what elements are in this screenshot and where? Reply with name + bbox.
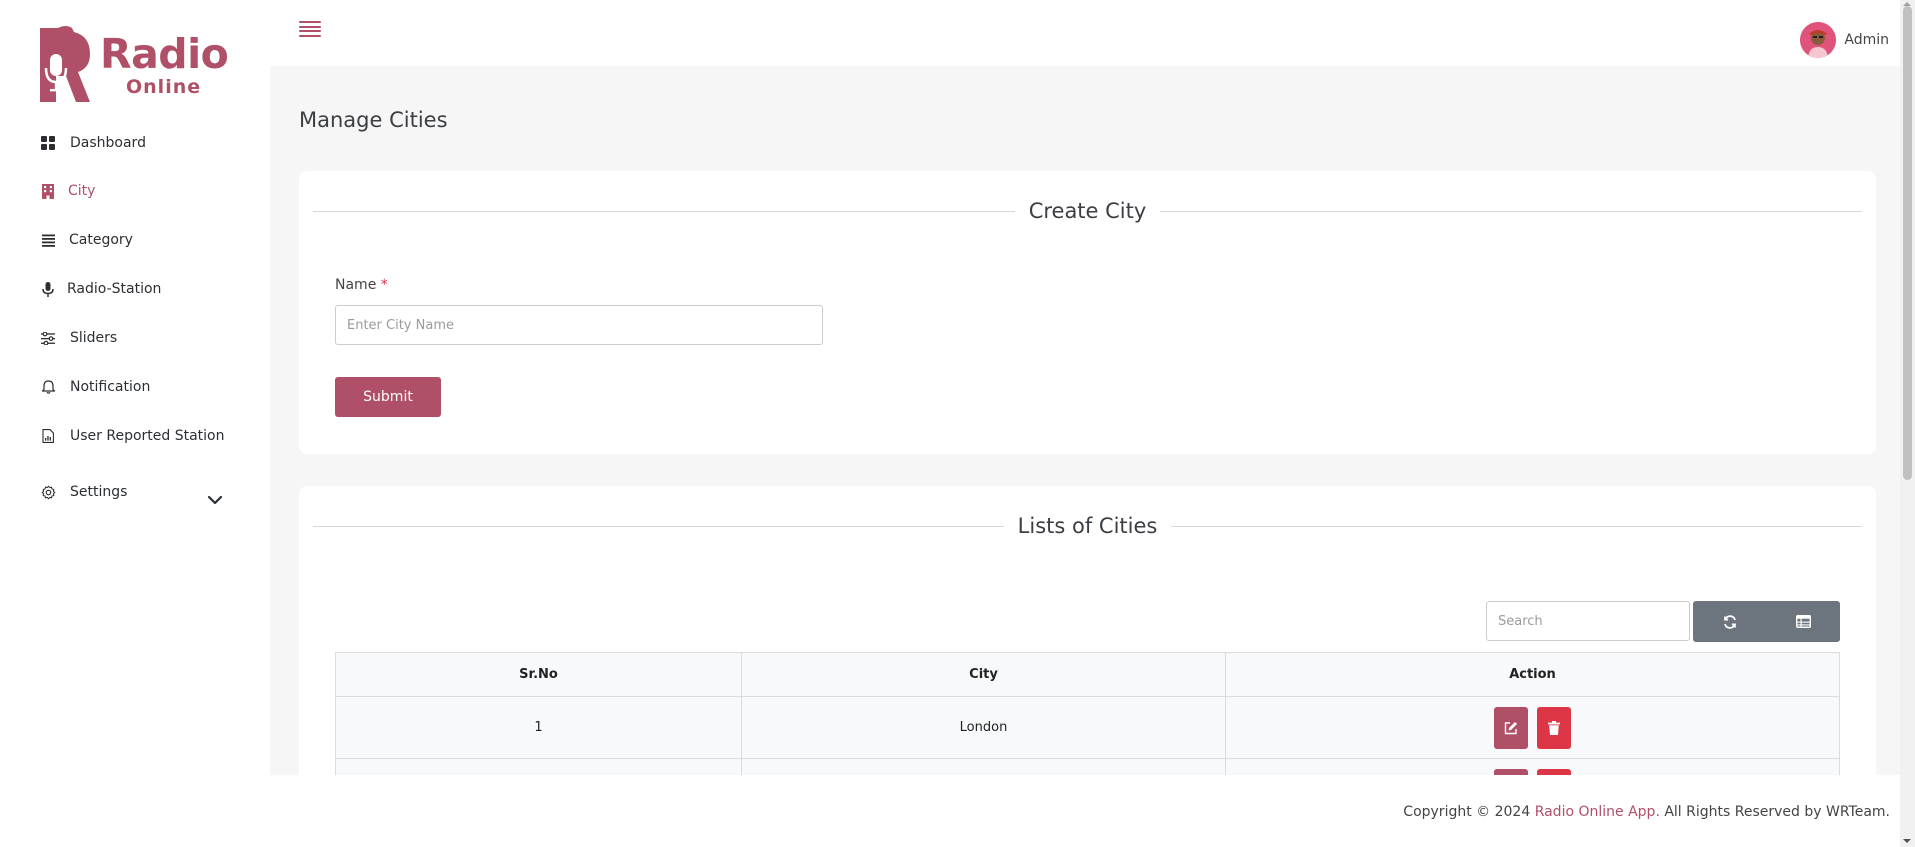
cell-sr-no: 1 xyxy=(335,696,742,759)
cities-table: Sr.No City Action 1 London xyxy=(335,652,1840,775)
avatar xyxy=(1800,22,1837,58)
sidebar-item-settings[interactable]: Settings xyxy=(40,477,127,507)
divider xyxy=(313,525,1004,527)
radio-logo-icon xyxy=(40,26,90,102)
hamburger-menu-icon[interactable] xyxy=(299,21,321,39)
sidebar-item-label: Radio-Station xyxy=(67,281,162,297)
list-icon xyxy=(40,232,56,248)
sidebar-item-category[interactable]: Category xyxy=(40,225,133,255)
user-menu[interactable]: Admin xyxy=(1800,22,1889,58)
sidebar-item-label: Sliders xyxy=(70,330,118,346)
copyright-text: Copyright © 2024 Radio Online App. All R… xyxy=(1403,804,1890,820)
table-toolbar xyxy=(1693,601,1840,642)
table-columns-icon xyxy=(1795,615,1811,628)
copyright-suffix: All Rights Reserved by WRTeam. xyxy=(1659,804,1890,820)
app-link[interactable]: Radio Online App. xyxy=(1535,804,1660,820)
page-title: Manage Cities xyxy=(299,108,448,132)
sidebar-item-radio-station[interactable]: Radio-Station xyxy=(40,274,161,304)
create-city-title: Create City xyxy=(1028,199,1147,223)
trash-icon xyxy=(1547,720,1560,735)
cell-city xyxy=(741,758,1226,775)
logo-text-online: Online xyxy=(126,76,202,98)
create-city-card: Create City Name * Submit xyxy=(299,171,1876,454)
name-label-text: Name xyxy=(335,277,377,293)
table-header-row: Sr.No City Action xyxy=(335,652,1840,697)
divider xyxy=(1160,210,1862,212)
sidebar-item-user-reported-station[interactable]: User Reported Station xyxy=(40,421,225,451)
name-field-label: Name * xyxy=(335,277,388,293)
logo-text-radio: Radio xyxy=(100,30,229,78)
column-header-sr-no[interactable]: Sr.No xyxy=(335,652,742,697)
gear-icon xyxy=(40,484,56,500)
sliders-icon xyxy=(40,330,56,346)
building-icon xyxy=(40,183,56,199)
copyright-prefix: Copyright © 2024 xyxy=(1403,804,1535,820)
scroll-thumb[interactable] xyxy=(1903,6,1912,480)
sidebar-item-sliders[interactable]: Sliders xyxy=(40,323,117,353)
divider xyxy=(1171,525,1863,527)
app-logo[interactable]: Radio Online xyxy=(36,24,236,104)
top-header: Admin xyxy=(270,0,1915,66)
page-scrollbar[interactable] xyxy=(1900,0,1915,847)
section-header: Create City xyxy=(313,196,1862,226)
sidebar-item-city[interactable]: City xyxy=(40,176,95,206)
microphone-icon xyxy=(40,281,56,297)
divider xyxy=(313,210,1015,212)
cell-city: London xyxy=(741,696,1226,759)
report-file-icon xyxy=(40,428,56,444)
refresh-button[interactable] xyxy=(1693,601,1767,642)
cell-sr-no xyxy=(335,758,742,775)
sidebar-item-dashboard[interactable]: Dashboard xyxy=(40,128,146,158)
cell-action xyxy=(1225,758,1840,775)
table-row: 1 London xyxy=(335,696,1840,759)
sidebar-item-label: User Reported Station xyxy=(70,428,225,444)
scroll-down-arrow[interactable] xyxy=(1903,839,1911,843)
sidebar-item-label: City xyxy=(68,183,96,199)
main-content: Manage Cities Create City Name * Submit … xyxy=(270,66,1900,775)
sidebar-item-notification[interactable]: Notification xyxy=(40,372,150,402)
refresh-icon xyxy=(1723,614,1736,629)
delete-button[interactable] xyxy=(1536,706,1571,749)
city-name-input[interactable] xyxy=(335,305,823,345)
cell-action xyxy=(1225,696,1840,759)
table-row xyxy=(335,758,1840,775)
sidebar-item-label: Notification xyxy=(70,379,151,395)
chevron-down-icon[interactable] xyxy=(205,490,225,510)
sidebar-item-label: Dashboard xyxy=(70,135,146,151)
columns-toggle-button[interactable] xyxy=(1767,601,1841,642)
bell-icon xyxy=(40,379,56,395)
column-header-action: Action xyxy=(1225,652,1840,697)
city-list-title: Lists of Cities xyxy=(1017,514,1158,538)
sidebar-item-label: Settings xyxy=(70,484,128,500)
section-header: Lists of Cities xyxy=(313,511,1863,541)
sidebar: Radio Online Dashboard City Category Rad… xyxy=(0,0,270,775)
sidebar-item-label: Category xyxy=(69,232,133,248)
user-name: Admin xyxy=(1844,32,1889,48)
edit-button[interactable] xyxy=(1494,706,1529,749)
city-list-card: Lists of Cities Search Sr.No City Action… xyxy=(299,486,1876,775)
grid-icon xyxy=(40,135,56,151)
footer: Copyright © 2024 Radio Online App. All R… xyxy=(0,775,1915,847)
search-input[interactable] xyxy=(1486,601,1690,641)
submit-button[interactable]: Submit xyxy=(335,377,441,417)
required-marker: * xyxy=(380,277,388,293)
edit-icon xyxy=(1505,721,1518,734)
column-header-city[interactable]: City xyxy=(741,652,1226,697)
